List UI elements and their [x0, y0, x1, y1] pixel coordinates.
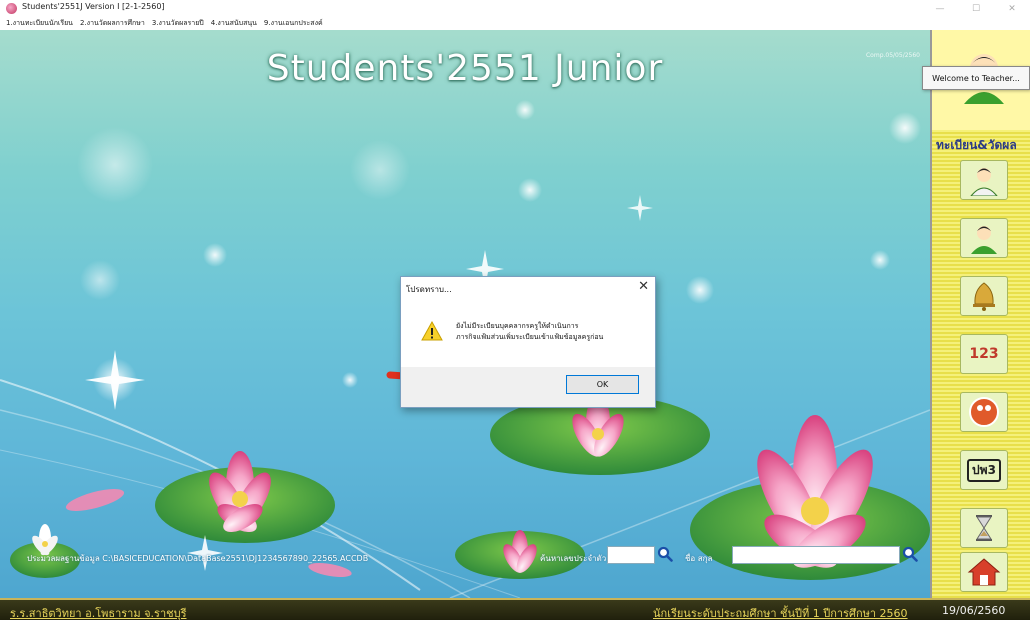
sidebar-top-area: Welcome to Teacher... — [922, 30, 1030, 130]
sidebar-hourglass-button[interactable] — [960, 508, 1008, 548]
pw3-icon: ปพ3 — [967, 458, 1001, 482]
student-icon — [970, 168, 998, 196]
window-title: Students'2551J Version I [2-1-2560] — [22, 2, 165, 11]
dialog-footer: OK — [401, 367, 655, 407]
menu-multipurpose[interactable]: 9.งานเอนกประสงค์ — [264, 17, 323, 30]
bell-icon — [973, 282, 995, 311]
sidebar-heading: ทะเบียน&วัดผล — [936, 138, 1017, 152]
search-id-input[interactable] — [607, 546, 655, 564]
right-sidebar: Welcome to Teacher... ทะเบียน&วัดผล 123 — [922, 30, 1030, 598]
name-search-button[interactable] — [902, 546, 922, 564]
dialog-message-line2: ภารกิจแฟ้มส่วนเพิ่มระเบียนเข้าแฟ้มข้อมูล… — [456, 333, 604, 341]
comp-stamp: Comp.05/05/2560 — [865, 52, 920, 59]
sidebar-teacher-button[interactable] — [960, 218, 1008, 258]
search-id-label: ค้นหาเลขประจำตัว — [540, 554, 607, 563]
welcome-teacher-button[interactable]: Welcome to Teacher... — [922, 66, 1030, 90]
minimize-button[interactable]: — — [922, 0, 958, 17]
menu-support[interactable]: 4.งานสนับสนุน — [211, 17, 257, 30]
menu-annual-measurement[interactable]: 3.งานวัดผลรายปี — [152, 17, 204, 30]
class-level: นักเรียนระดับประถมศึกษา ชั้นปีที่ 1 ปีกา… — [653, 607, 908, 620]
dialog-message-line1: ยังไม่มีระเบียนบุคคลากรครูให้ดำเนินการ — [456, 322, 579, 330]
status-date: 19/06/2560 — [942, 604, 1006, 617]
ok-button[interactable]: OK — [566, 375, 639, 394]
dialog-title: โปรดทราบ... — [406, 285, 452, 294]
name-label: ชื่อ สกุล — [685, 554, 713, 563]
brand-title: Students'2551 Junior — [266, 48, 664, 89]
search-id-button[interactable] — [657, 546, 677, 564]
name-search-input[interactable] — [732, 546, 900, 564]
sidebar-pw3-button[interactable]: ปพ3 — [960, 450, 1008, 490]
title-bar: Students'2551J Version I [2-1-2560] — ☐ … — [0, 0, 1030, 17]
school-name: ร.ร.สาธิตวิทยา อ.โพธาราม จ.ราชบุรี — [10, 607, 187, 620]
search-icon — [902, 546, 918, 562]
maximize-button[interactable]: ☐ — [958, 0, 994, 17]
demo-icon — [969, 397, 999, 427]
menu-bar: 1.งานทะเบียนนักเรียน 2.งานวัดผลการศึกษา … — [0, 17, 1030, 30]
close-button[interactable]: ✕ — [994, 0, 1030, 17]
sidebar-bell-button[interactable] — [960, 276, 1008, 316]
home-icon — [967, 558, 1001, 586]
database-path-label: ประมวลผลฐานข้อมูล C:\BASICEDUCATION\Data… — [27, 554, 369, 563]
sidebar-numbers-button[interactable]: 123 — [960, 334, 1008, 374]
dialog-close-button[interactable]: ✕ — [638, 279, 649, 294]
lotus-app-icon — [6, 3, 17, 14]
dialog-body: ยังไม่มีระเบียนบุคคลากรครูให้ดำเนินการ ภ… — [401, 301, 655, 367]
numbers-icon: 123 — [969, 346, 999, 362]
sidebar-home-button[interactable] — [960, 552, 1008, 592]
window-controls: — ☐ ✕ — [922, 0, 1030, 17]
search-icon — [657, 546, 673, 562]
teacher-icon — [971, 226, 997, 254]
menu-student-registration[interactable]: 1.งานทะเบียนนักเรียน — [6, 17, 73, 30]
hourglass-icon — [976, 515, 992, 541]
warning-icon — [421, 321, 443, 341]
sidebar-demo-button[interactable] — [960, 392, 1008, 432]
menu-education-measurement[interactable]: 2.งานวัดผลการศึกษา — [80, 17, 145, 30]
status-bar: ร.ร.สาธิตวิทยา อ.โพธาราม จ.ราชบุรี นักเร… — [0, 598, 1030, 620]
message-dialog: โปรดทราบ... ✕ ยังไม่มีระเบียนบุคคลากรครู… — [400, 276, 656, 408]
dialog-message: ยังไม่มีระเบียนบุคคลากรครูให้ดำเนินการ ภ… — [456, 321, 646, 343]
sidebar-student-button[interactable] — [960, 160, 1008, 200]
